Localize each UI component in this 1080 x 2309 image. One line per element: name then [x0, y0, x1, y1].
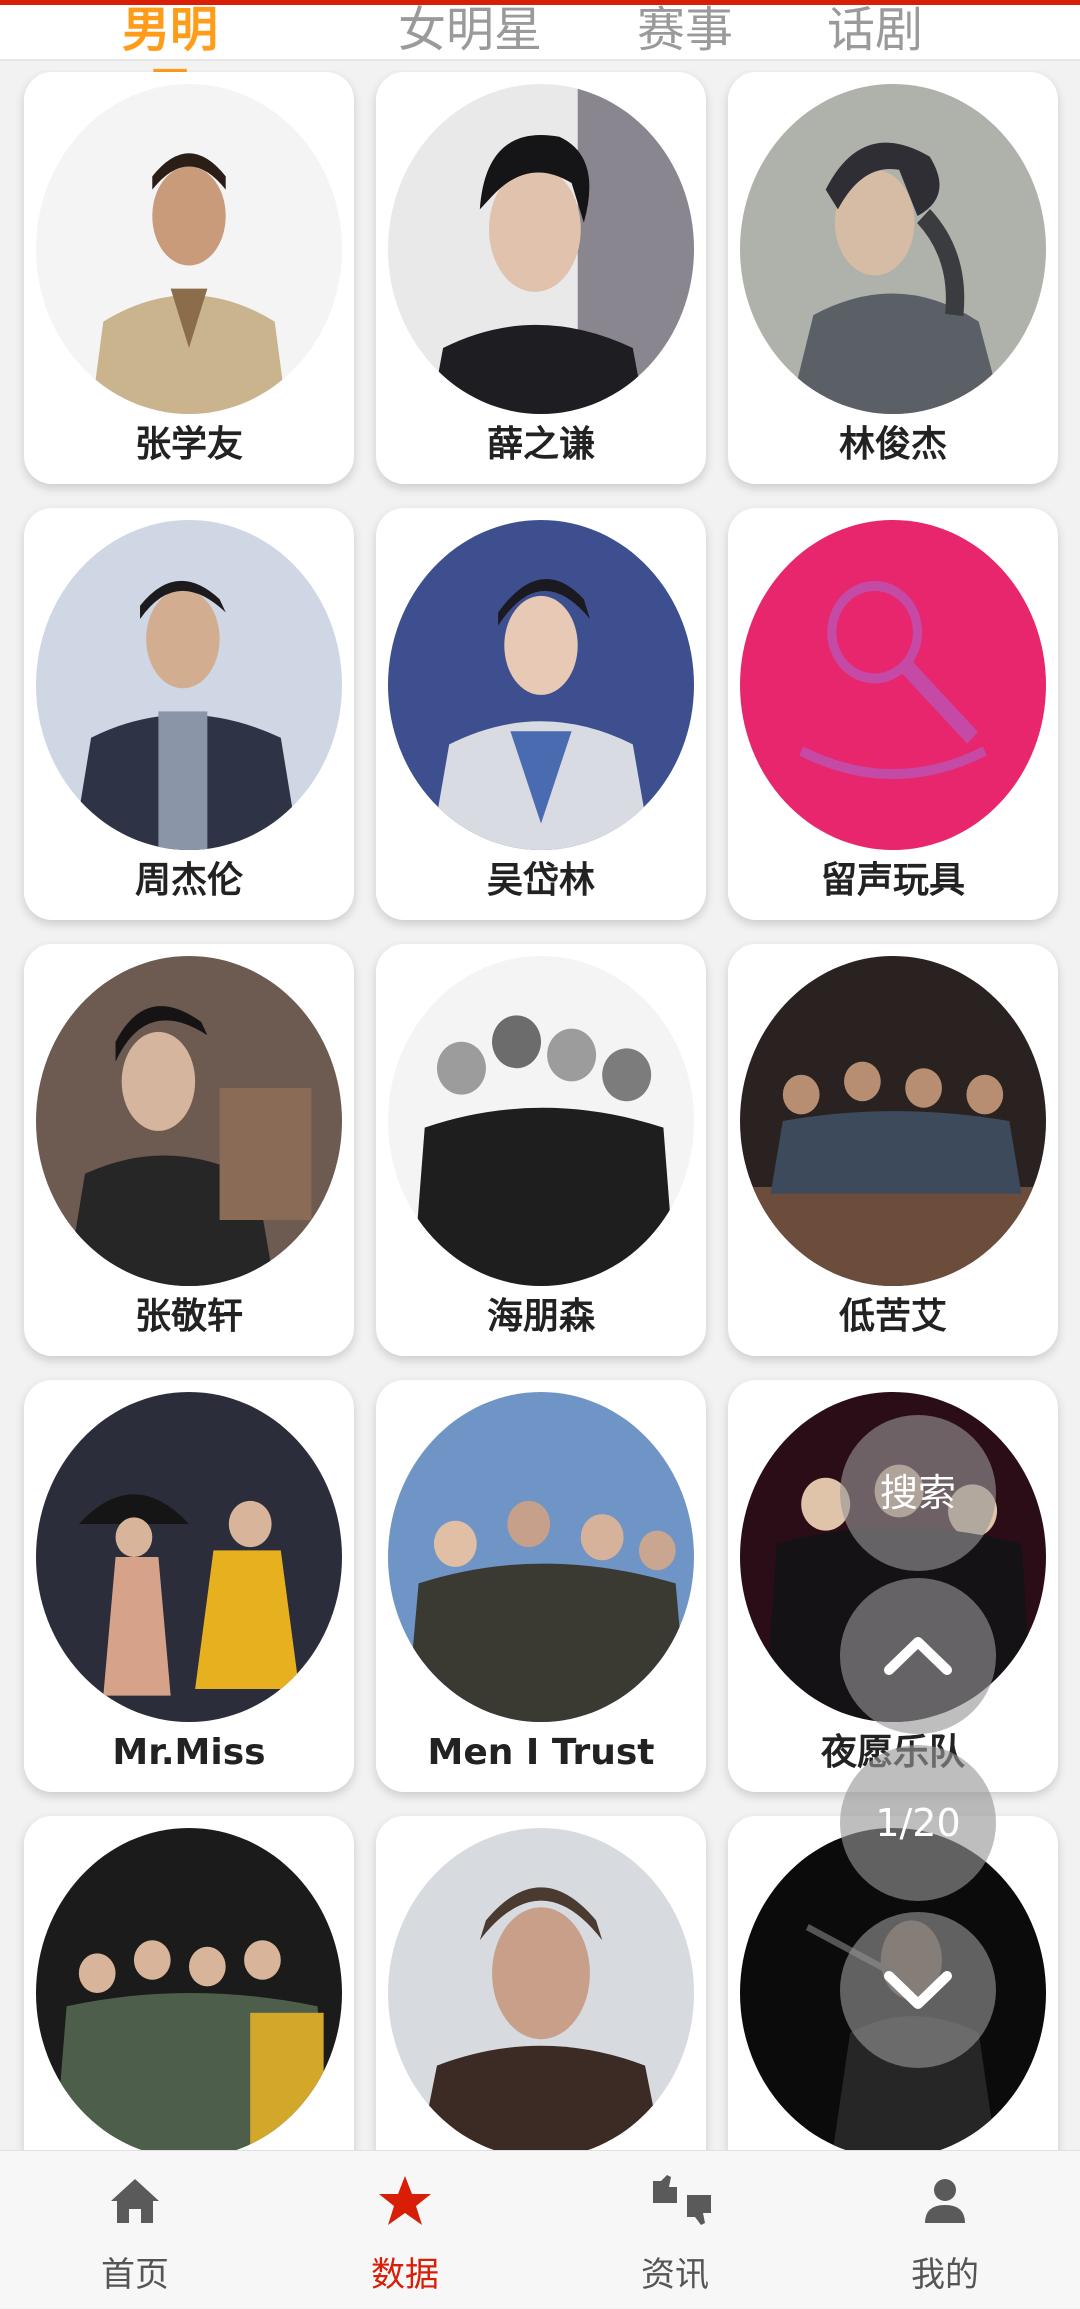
- user-icon: [925, 2179, 965, 2223]
- artist-card[interactable]: 薛之谦: [376, 72, 706, 484]
- artist-card[interactable]: 林俊杰: [728, 72, 1058, 484]
- scroll-down-button[interactable]: [840, 1912, 996, 2068]
- artist-name: 周杰伦: [134, 860, 243, 901]
- home-icon: [111, 2179, 159, 2223]
- artist-card[interactable]: 周杰伦: [24, 508, 354, 920]
- artist-card[interactable]: [24, 1816, 354, 2150]
- tab-events[interactable]: 赛事: [625, 0, 745, 61]
- artist-avatar: [36, 1392, 342, 1722]
- nav-home[interactable]: 首页: [35, 2151, 235, 2309]
- tab-female-stars[interactable]: 女明星: [390, 0, 550, 61]
- artist-avatar: [36, 84, 342, 414]
- artist-card[interactable]: Mr.Miss: [24, 1380, 354, 1792]
- artist-name: 吴岱林: [486, 860, 595, 901]
- artist-card[interactable]: Men I Trust: [376, 1380, 706, 1792]
- artist-name: 留声玩具: [820, 860, 965, 901]
- nav-news[interactable]: 资讯: [575, 2151, 775, 2309]
- search-button[interactable]: 搜索: [840, 1415, 996, 1571]
- artist-avatar: [388, 84, 694, 414]
- nav-data-label: 数据: [371, 2255, 439, 2295]
- artist-name: 张敬轩: [134, 1296, 243, 1337]
- nav-news-label: 资讯: [641, 2255, 709, 2295]
- artist-name: Men I Trust: [427, 1732, 655, 1773]
- nav-profile-label: 我的: [911, 2255, 979, 2295]
- nav-home-label: 首页: [101, 2255, 169, 2295]
- page-indicator: 1/20: [840, 1745, 996, 1901]
- artist-avatar: [740, 84, 1046, 414]
- scroll-up-button[interactable]: [840, 1578, 996, 1734]
- category-tabs: 男明星 女明星 赛事 话剧: [0, 2, 1080, 120]
- artist-avatar: [36, 520, 342, 850]
- artist-avatar: [36, 956, 342, 1286]
- artist-card[interactable]: 张敬轩: [24, 944, 354, 1356]
- artist-card[interactable]: 海朋森: [376, 944, 706, 1356]
- artist-avatar: [388, 956, 694, 1286]
- artist-name: Mr.Miss: [112, 1732, 266, 1773]
- artist-avatar: [388, 1392, 694, 1722]
- star-icon: [379, 2176, 431, 2225]
- artist-name: 林俊杰: [838, 424, 947, 465]
- artist-avatar: [388, 1828, 694, 2150]
- thumbs-icon: [653, 2175, 711, 2225]
- artist-card[interactable]: [376, 1816, 706, 2150]
- nav-profile[interactable]: 我的: [845, 2151, 1045, 2309]
- search-label: 搜索: [879, 1471, 956, 1515]
- tab-drama[interactable]: 话剧: [815, 0, 935, 61]
- artist-avatar: [740, 956, 1046, 1286]
- tab-male-stars[interactable]: 男明星: [100, 0, 240, 120]
- chevron-down-icon: [884, 1971, 952, 2009]
- artist-card[interactable]: 张学友: [24, 72, 354, 484]
- artist-avatar: [36, 1828, 342, 2150]
- artist-avatar: [388, 520, 694, 850]
- nav-data[interactable]: 数据: [305, 2151, 505, 2309]
- chevron-up-icon: [884, 1637, 952, 1675]
- artist-card[interactable]: 留声玩具: [728, 508, 1058, 920]
- artist-name: 张学友: [134, 424, 243, 465]
- artist-card[interactable]: 吴岱林: [376, 508, 706, 920]
- artist-name: 薛之谦: [486, 424, 595, 465]
- bottom-navigation: 首页 数据 资讯 我的: [0, 2150, 1080, 2308]
- artist-name: 低苦艾: [838, 1296, 947, 1337]
- artist-card[interactable]: 低苦艾: [728, 944, 1058, 1356]
- page-indicator-text: 1/20: [875, 1801, 961, 1845]
- artist-name: 海朋森: [486, 1296, 595, 1337]
- artist-avatar: [740, 520, 1046, 850]
